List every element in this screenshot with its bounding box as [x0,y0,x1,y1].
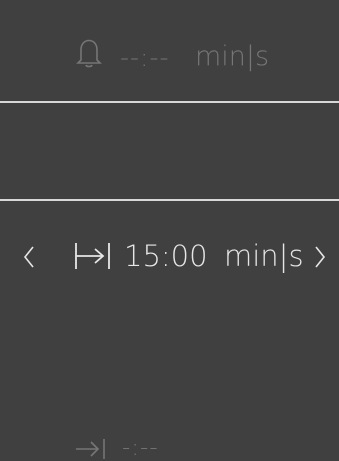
bell-icon [76,39,102,68]
end-time-icon [76,439,105,459]
end-time-value: -:-- [122,435,159,461]
duration-row[interactable]: 15:00 min|s [0,103,339,271]
end-time-row[interactable]: -:-- [0,201,339,460]
timer-value: --:-- [120,43,170,72]
timer-row[interactable]: --:-- min|s [0,0,339,101]
timer-unit: min|s [195,41,270,72]
